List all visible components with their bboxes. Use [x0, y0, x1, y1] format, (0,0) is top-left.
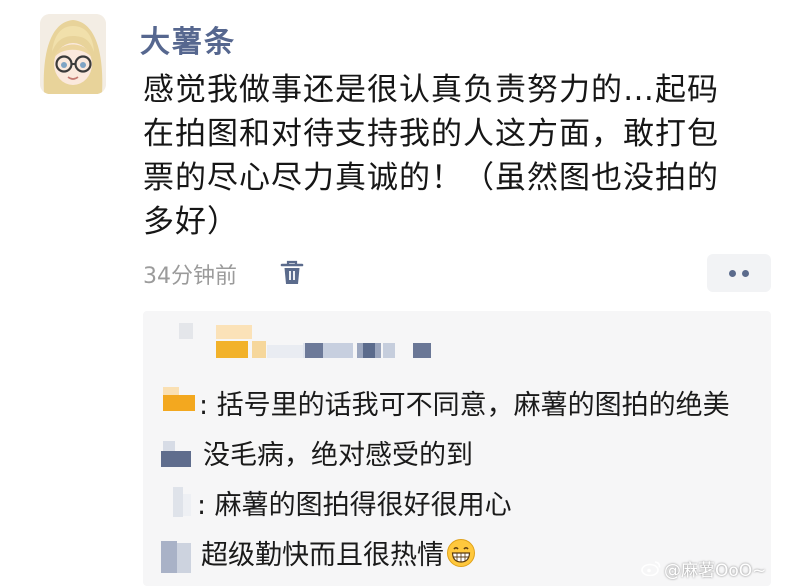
pixelated-name	[413, 343, 431, 358]
post-text-line: 在拍图和对待支持我的人这方面，敢打包	[143, 116, 719, 152]
grin-emoji-icon	[446, 538, 476, 575]
pixelated-name	[163, 395, 195, 411]
pixelated-name	[216, 325, 252, 339]
avatar[interactable]	[40, 14, 106, 94]
watermark: @麻薯OoO~	[641, 556, 766, 581]
pixelated-name	[177, 543, 191, 573]
post-text-line: 多好）	[143, 204, 239, 240]
pixelated-name	[163, 441, 175, 451]
pixelated-name	[161, 541, 177, 573]
pixelated-name	[179, 323, 193, 339]
comment-text: : 括号里的话我可不同意，麻薯的图拍的绝美	[199, 390, 730, 421]
post-text-line: 票的尽心尽力真诚的！（虽然图也没拍的	[143, 160, 719, 196]
pixelated-name	[173, 487, 183, 517]
post-text: 感觉我做事还是很认真负责努力的…起码 在拍图和对待支持我的人这方面，敢打包 票的…	[143, 68, 783, 244]
comment-text: 没毛病，绝对感受的到	[203, 440, 473, 471]
username[interactable]: 大薯条	[140, 17, 236, 61]
weibo-icon	[641, 560, 661, 581]
more-button[interactable]	[707, 254, 771, 292]
comment-text-line: 超级勤快而且很热情	[201, 533, 476, 575]
pixelated-name	[161, 451, 191, 467]
avatar-illustration	[40, 14, 106, 94]
pixelated-name	[252, 341, 266, 358]
comment-text: 超级勤快而且很热情	[201, 540, 444, 571]
pixelated-name	[163, 387, 179, 395]
pixelated-name	[363, 343, 375, 358]
pixelated-name	[216, 341, 248, 358]
pixelated-name	[323, 343, 353, 358]
pixelated-name	[383, 343, 395, 358]
trash-icon[interactable]	[279, 259, 305, 287]
watermark-text: @麻薯OoO~	[664, 561, 767, 581]
comment-text: : 麻薯的图拍得很好很用心	[197, 490, 512, 521]
pixelated-name	[183, 494, 191, 516]
pixelated-name	[267, 345, 303, 358]
post-timestamp: 34分钟前	[143, 264, 237, 289]
more-dots-icon	[742, 270, 749, 277]
post-text-line: 感觉我做事还是很认真负责努力的…起码	[143, 72, 719, 108]
pixelated-name	[305, 343, 323, 358]
more-dots-icon	[729, 270, 736, 277]
comment-section: : 括号里的话我可不同意，麻薯的图拍的绝美 没毛病，绝对感受的到 : 麻薯的图拍…	[143, 311, 771, 586]
